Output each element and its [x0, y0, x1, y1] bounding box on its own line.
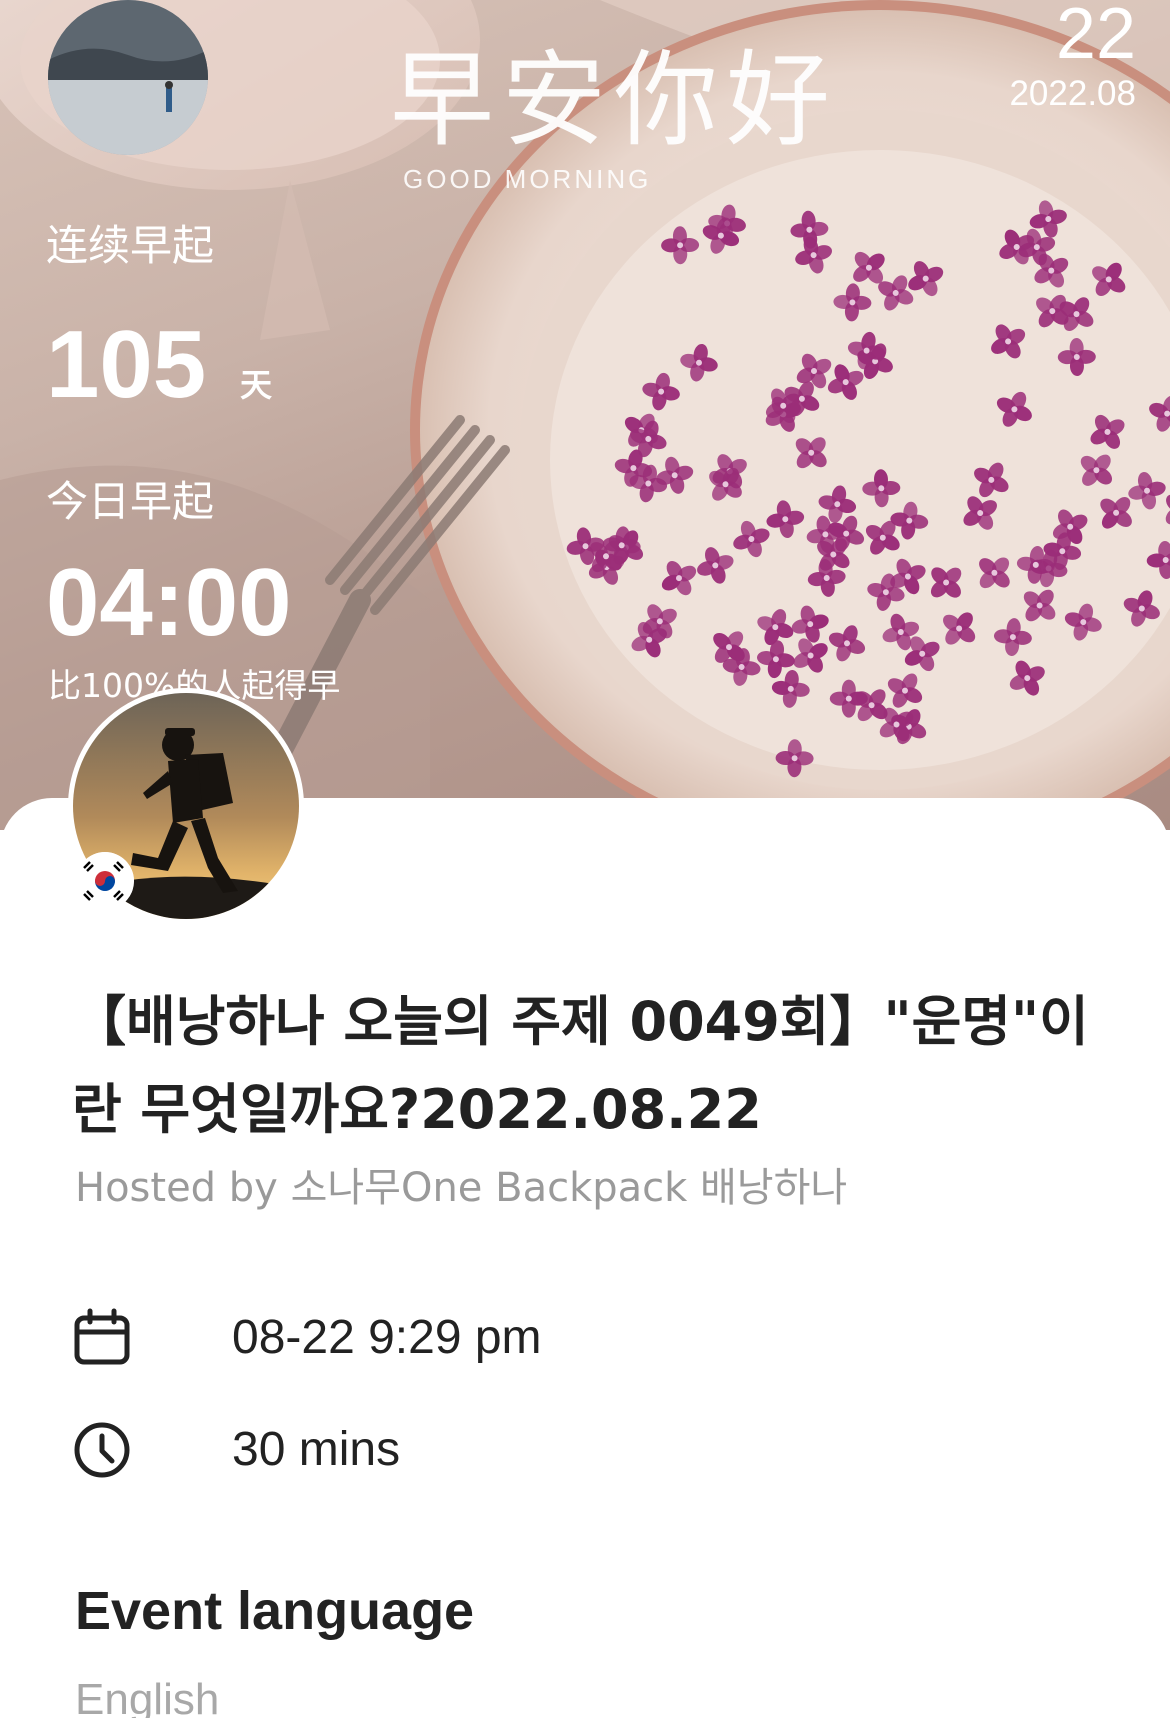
wake-time: 04:00	[46, 549, 292, 656]
event-duration: 30 mins	[232, 1423, 401, 1476]
event-datetime-row: 08-22 9:29 pm	[72, 1306, 542, 1370]
clock-icon	[74, 1422, 130, 1478]
greeting-subtitle: GOOD MORNING	[403, 164, 652, 194]
streak-value: 105	[46, 311, 207, 418]
south-korea-flag-icon	[76, 852, 134, 910]
today-wake-label: 今日早起	[46, 477, 215, 526]
event-title: 【배낭하나 오늘의 주제 0049회】"운명"이란 무엇일까요?2022.08.…	[72, 990, 1089, 1141]
hosted-by-text[interactable]: Hosted by 소나무One Backpack 배낭하나	[75, 1163, 847, 1213]
event-language-value: English	[75, 1675, 220, 1718]
streak-label: 连续早起	[46, 221, 215, 270]
event-detail-page: 22 2022.08 早安你好 GOOD MORNING 连续早起 105 天 …	[0, 0, 1170, 1718]
greeting-title: 早安你好	[390, 39, 839, 161]
date-day: 22	[1055, 0, 1136, 74]
event-datetime: 08-22 9:29 pm	[232, 1311, 542, 1364]
calendar-icon	[74, 1308, 130, 1365]
event-language-heading: Event language	[75, 1581, 475, 1641]
event-duration-row: 30 mins	[72, 1418, 400, 1482]
user-avatar-small[interactable]	[48, 0, 208, 155]
streak-unit: 天	[240, 366, 273, 404]
date-year-month: 2022.08	[1009, 74, 1136, 113]
